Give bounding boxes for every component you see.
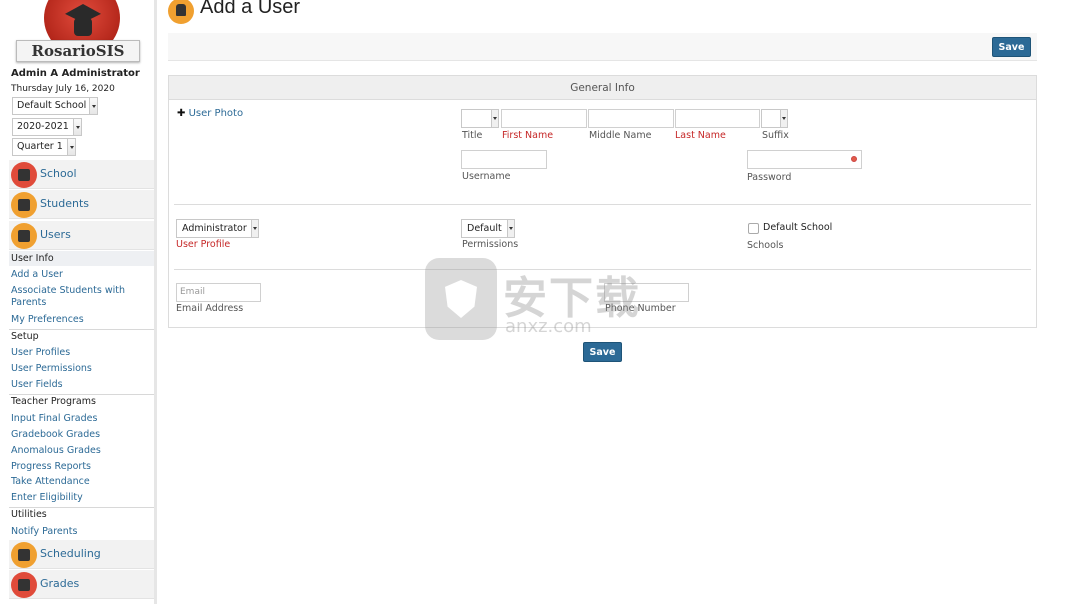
section-teacher-programs: Teacher Programs xyxy=(11,396,96,407)
permissions-value: Default xyxy=(467,223,502,234)
sidebar-item-add-user[interactable]: Add a User xyxy=(11,269,63,281)
menu-users-label: Users xyxy=(40,228,71,241)
school-select-value: Default School xyxy=(17,100,87,111)
divider xyxy=(9,507,154,508)
user-profile-label: User Profile xyxy=(176,239,231,250)
user-profile-value: Administrator xyxy=(182,223,247,234)
menu-school-label: School xyxy=(40,167,77,180)
chevron-down-icon xyxy=(491,110,498,127)
default-school-checkbox[interactable] xyxy=(748,223,759,234)
marking-period-value: Quarter 1 xyxy=(17,141,63,152)
watermark: 安下载 anxz.com xyxy=(425,258,745,342)
permissions-select[interactable]: Default xyxy=(461,219,515,238)
scheduling-icon xyxy=(11,542,37,568)
sidebar-item-notify-parents[interactable]: Notify Parents xyxy=(11,526,77,538)
sidebar-item-my-preferences[interactable]: My Preferences xyxy=(11,314,84,326)
menu-scheduling-label: Scheduling xyxy=(40,547,101,560)
menu-school[interactable]: School xyxy=(9,160,154,189)
logo-banner: RosarioSIS xyxy=(16,40,140,62)
sidebar-item-user-permissions[interactable]: User Permissions xyxy=(11,363,92,375)
menu-students[interactable]: Students xyxy=(9,190,154,219)
section-setup: Setup xyxy=(11,331,39,342)
password-label: Password xyxy=(747,172,792,183)
middle-name-input[interactable] xyxy=(588,109,674,128)
user-photo-label: User Photo xyxy=(188,108,244,119)
current-date: Thursday July 16, 2020 xyxy=(11,84,115,94)
school-icon xyxy=(11,162,37,188)
sidebar-item-associate-students[interactable]: Associate Students with Parents xyxy=(11,285,125,309)
permissions-label: Permissions xyxy=(462,239,519,250)
suffix-select[interactable] xyxy=(761,109,788,128)
school-year-value: 2020-2021 xyxy=(17,121,69,132)
divider xyxy=(174,204,1031,205)
save-button-top[interactable]: Save xyxy=(992,37,1031,57)
user-profile-select[interactable]: Administrator xyxy=(176,219,259,238)
watermark-url: anxz.com xyxy=(505,316,592,337)
chevron-down-icon xyxy=(67,139,75,155)
users-icon xyxy=(168,0,194,24)
users-icon xyxy=(11,223,37,249)
first-name-input[interactable] xyxy=(501,109,587,128)
section-utilities: Utilities xyxy=(11,509,47,520)
email-placeholder: Email xyxy=(180,287,205,297)
first-name-label: First Name xyxy=(502,130,554,141)
divider xyxy=(9,329,154,330)
associate-line-2: Parents xyxy=(11,297,47,308)
sidebar: RosarioSIS Admin A Administrator Thursda… xyxy=(0,0,157,604)
school-year-select[interactable]: 2020-2021 xyxy=(12,118,82,136)
default-school-label: Default School xyxy=(763,222,833,233)
save-button-bottom[interactable]: Save xyxy=(583,342,622,362)
menu-grades[interactable]: Grades xyxy=(9,570,154,599)
sidebar-item-user-profiles[interactable]: User Profiles xyxy=(11,347,70,359)
email-input[interactable]: Email xyxy=(176,283,261,302)
sidebar-item-input-final-grades[interactable]: Input Final Grades xyxy=(11,413,97,425)
current-user-name: Admin A Administrator xyxy=(11,68,140,79)
sidebar-item-take-attendance[interactable]: Take Attendance xyxy=(11,476,90,488)
last-name-input[interactable] xyxy=(675,109,760,128)
sidebar-item-user-fields[interactable]: User Fields xyxy=(11,379,63,391)
plus-icon: ✚ xyxy=(177,108,186,119)
app-window: RosarioSIS Admin A Administrator Thursda… xyxy=(0,0,1069,604)
suffix-label: Suffix xyxy=(762,130,789,141)
top-action-bar: Save xyxy=(168,33,1037,61)
chevron-down-icon xyxy=(507,220,514,237)
menu-users[interactable]: Users xyxy=(9,221,154,250)
school-select[interactable]: Default School xyxy=(12,97,98,115)
student-figure-icon xyxy=(74,18,92,36)
sidebar-item-progress-reports[interactable]: Progress Reports xyxy=(11,461,91,473)
menu-students-label: Students xyxy=(40,197,90,210)
menu-grades-label: Grades xyxy=(40,577,80,590)
username-input[interactable] xyxy=(461,150,547,169)
password-strength-icon xyxy=(851,156,857,162)
grades-icon xyxy=(11,572,37,598)
marking-period-select[interactable]: Quarter 1 xyxy=(12,138,76,156)
last-name-label: Last Name xyxy=(675,130,726,141)
menu-scheduling[interactable]: Scheduling xyxy=(9,540,154,569)
sidebar-item-enter-eligibility[interactable]: Enter Eligibility xyxy=(11,492,83,504)
password-input[interactable] xyxy=(747,150,862,169)
sidebar-item-anomalous-grades[interactable]: Anomalous Grades xyxy=(11,445,101,457)
title-label: Title xyxy=(462,130,483,141)
chevron-down-icon xyxy=(251,220,258,237)
sidebar-item-user-info[interactable]: User Info xyxy=(9,251,154,266)
email-address-label: Email Address xyxy=(176,303,244,314)
page-title: Add a User xyxy=(200,0,301,18)
title-select[interactable] xyxy=(461,109,499,128)
sidebar-item-gradebook-grades[interactable]: Gradebook Grades xyxy=(11,429,100,441)
chevron-down-icon xyxy=(73,119,81,135)
chevron-down-icon xyxy=(780,110,787,127)
username-label: Username xyxy=(462,171,511,182)
associate-line-1: Associate Students with xyxy=(11,285,126,296)
students-icon xyxy=(11,192,37,218)
chevron-down-icon xyxy=(89,98,97,114)
schools-label: Schools xyxy=(747,240,784,251)
divider xyxy=(9,394,154,395)
shield-logo-icon xyxy=(425,258,497,340)
middle-name-label: Middle Name xyxy=(589,130,652,141)
panel-title: General Info xyxy=(169,76,1036,100)
rosariosis-logo[interactable]: RosarioSIS xyxy=(8,0,154,66)
user-photo-link[interactable]: ✚ User Photo xyxy=(177,108,243,119)
